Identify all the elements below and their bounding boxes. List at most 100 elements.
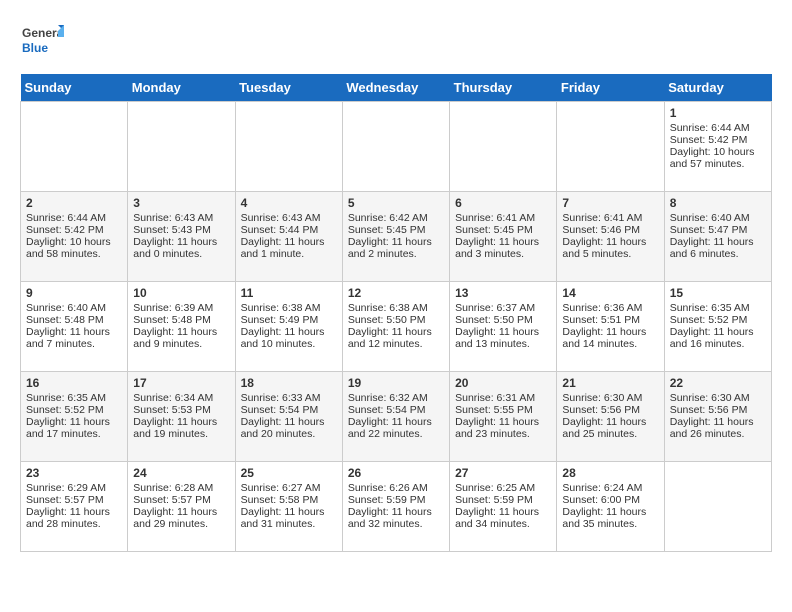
week-row-5: 23Sunrise: 6:29 AMSunset: 5:57 PMDayligh… xyxy=(21,462,772,552)
week-row-3: 9Sunrise: 6:40 AMSunset: 5:48 PMDaylight… xyxy=(21,282,772,372)
day-info: Sunrise: 6:39 AM xyxy=(133,302,229,314)
svg-text:General: General xyxy=(22,26,64,40)
calendar-cell: 3Sunrise: 6:43 AMSunset: 5:43 PMDaylight… xyxy=(128,192,235,282)
weekday-header-row: SundayMondayTuesdayWednesdayThursdayFrid… xyxy=(21,74,772,102)
day-info: Sunset: 5:56 PM xyxy=(670,404,766,416)
day-info: Sunset: 5:52 PM xyxy=(26,404,122,416)
calendar-cell: 21Sunrise: 6:30 AMSunset: 5:56 PMDayligh… xyxy=(557,372,664,462)
day-number: 7 xyxy=(562,196,658,210)
day-info: Sunrise: 6:40 AM xyxy=(26,302,122,314)
day-info: Daylight: 11 hours and 10 minutes. xyxy=(241,326,337,350)
calendar-cell: 11Sunrise: 6:38 AMSunset: 5:49 PMDayligh… xyxy=(235,282,342,372)
day-number: 20 xyxy=(455,376,551,390)
day-info: Sunset: 5:49 PM xyxy=(241,314,337,326)
day-number: 14 xyxy=(562,286,658,300)
day-info: Daylight: 11 hours and 35 minutes. xyxy=(562,506,658,530)
day-info: Sunset: 5:45 PM xyxy=(348,224,444,236)
calendar-cell: 17Sunrise: 6:34 AMSunset: 5:53 PMDayligh… xyxy=(128,372,235,462)
calendar-cell: 4 Sunrise: 6:43 AMSunset: 5:44 PMDaylight… xyxy=(235,192,342,282)
week-row-1: 1Sunrise: 6:44 AMSunset: 5:42 PMDaylight… xyxy=(21,102,772,192)
day-info: Sunrise: 6:36 AM xyxy=(562,302,658,314)
day-info: Sunrise: 6:43 AM xyxy=(133,212,229,224)
day-info: Daylight: 11 hours and 1 minute. xyxy=(241,236,337,260)
day-info: Sunset: 5:57 PM xyxy=(26,494,122,506)
day-info: Daylight: 11 hours and 5 minutes. xyxy=(562,236,658,260)
day-info: Daylight: 11 hours and 3 minutes. xyxy=(455,236,551,260)
day-info: Sunrise: 6:38 AM xyxy=(348,302,444,314)
day-info: Daylight: 11 hours and 28 minutes. xyxy=(26,506,122,530)
day-info: Sunrise: 6:38 AM xyxy=(241,302,337,314)
calendar-cell xyxy=(557,102,664,192)
day-number: 18 xyxy=(241,376,337,390)
day-info: Sunset: 5:53 PM xyxy=(133,404,229,416)
day-info: Daylight: 11 hours and 14 minutes. xyxy=(562,326,658,350)
day-info: Sunrise: 6:43 AM xyxy=(241,212,337,224)
day-info: Daylight: 11 hours and 34 minutes. xyxy=(455,506,551,530)
day-info: Daylight: 11 hours and 9 minutes. xyxy=(133,326,229,350)
day-number: 23 xyxy=(26,466,122,480)
calendar-cell xyxy=(128,102,235,192)
day-info: Sunrise: 6:25 AM xyxy=(455,482,551,494)
header: General Blue xyxy=(20,20,772,64)
day-number: 16 xyxy=(26,376,122,390)
weekday-header-sunday: Sunday xyxy=(21,74,128,102)
day-number: 3 xyxy=(133,196,229,210)
calendar-cell xyxy=(450,102,557,192)
day-number: 24 xyxy=(133,466,229,480)
calendar-cell xyxy=(21,102,128,192)
day-number: 5 xyxy=(348,196,444,210)
weekday-header-friday: Friday xyxy=(557,74,664,102)
day-info: Daylight: 11 hours and 20 minutes. xyxy=(241,416,337,440)
calendar-cell: 16Sunrise: 6:35 AMSunset: 5:52 PMDayligh… xyxy=(21,372,128,462)
day-info: Sunset: 5:59 PM xyxy=(455,494,551,506)
day-number: 9 xyxy=(26,286,122,300)
calendar-cell xyxy=(235,102,342,192)
day-number: 28 xyxy=(562,466,658,480)
day-info: Sunrise: 6:28 AM xyxy=(133,482,229,494)
day-number: 6 xyxy=(455,196,551,210)
day-info: Daylight: 11 hours and 13 minutes. xyxy=(455,326,551,350)
day-number: 27 xyxy=(455,466,551,480)
day-info: Sunrise: 6:26 AM xyxy=(348,482,444,494)
day-info: Daylight: 11 hours and 7 minutes. xyxy=(26,326,122,350)
calendar-cell: 7Sunrise: 6:41 AMSunset: 5:46 PMDaylight… xyxy=(557,192,664,282)
day-info: Sunset: 6:00 PM xyxy=(562,494,658,506)
day-info: Sunset: 5:56 PM xyxy=(562,404,658,416)
day-info: Daylight: 10 hours and 58 minutes. xyxy=(26,236,122,260)
day-info: Sunset: 5:48 PM xyxy=(26,314,122,326)
day-number: 1 xyxy=(670,106,766,120)
svg-text:Blue: Blue xyxy=(22,41,48,55)
weekday-header-wednesday: Wednesday xyxy=(342,74,449,102)
day-number: 10 xyxy=(133,286,229,300)
day-info: Sunrise: 6:44 AM xyxy=(670,122,766,134)
week-row-2: 2Sunrise: 6:44 AMSunset: 5:42 PMDaylight… xyxy=(21,192,772,282)
day-info: Sunset: 5:43 PM xyxy=(133,224,229,236)
day-info: Sunset: 5:55 PM xyxy=(455,404,551,416)
calendar-cell: 1Sunrise: 6:44 AMSunset: 5:42 PMDaylight… xyxy=(664,102,771,192)
day-number: 25 xyxy=(241,466,337,480)
day-info: Sunrise: 6:30 AM xyxy=(670,392,766,404)
day-number: 4 xyxy=(241,196,337,210)
day-info: Sunrise: 6:31 AM xyxy=(455,392,551,404)
day-info: Sunset: 5:52 PM xyxy=(670,314,766,326)
day-info: Daylight: 11 hours and 31 minutes. xyxy=(241,506,337,530)
day-info: Sunset: 5:48 PM xyxy=(133,314,229,326)
day-number: 19 xyxy=(348,376,444,390)
day-info: Sunset: 5:44 PM xyxy=(241,224,337,236)
calendar-cell: 27 Sunrise: 6:25 AMSunset: 5:59 PMDayligh… xyxy=(450,462,557,552)
day-info: Daylight: 11 hours and 12 minutes. xyxy=(348,326,444,350)
day-number: 12 xyxy=(348,286,444,300)
day-info: Daylight: 11 hours and 16 minutes. xyxy=(670,326,766,350)
day-number: 8 xyxy=(670,196,766,210)
day-info: Daylight: 11 hours and 29 minutes. xyxy=(133,506,229,530)
day-info: Sunrise: 6:35 AM xyxy=(26,392,122,404)
calendar-cell: 18Sunrise: 6:33 AMSunset: 5:54 PMDayligh… xyxy=(235,372,342,462)
day-number: 26 xyxy=(348,466,444,480)
calendar-cell: 2Sunrise: 6:44 AMSunset: 5:42 PMDaylight… xyxy=(21,192,128,282)
day-info: Sunrise: 6:41 AM xyxy=(562,212,658,224)
calendar-cell: 22Sunrise: 6:30 AMSunset: 5:56 PMDayligh… xyxy=(664,372,771,462)
day-info: Daylight: 10 hours and 57 minutes. xyxy=(670,146,766,170)
calendar-cell: 24Sunrise: 6:28 AMSunset: 5:57 PMDayligh… xyxy=(128,462,235,552)
calendar-cell: 9 Sunrise: 6:40 AMSunset: 5:48 PMDaylight… xyxy=(21,282,128,372)
week-row-4: 16 Sunrise: 6:35 AMSunset: 5:52 PM Dayligh… xyxy=(21,372,772,462)
